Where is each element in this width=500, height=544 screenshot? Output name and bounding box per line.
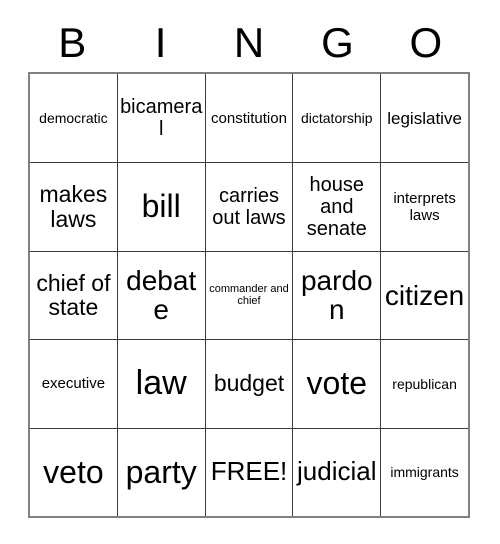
bingo-cell-label: FREE! — [210, 456, 288, 487]
bingo-cell-label: constitution — [211, 109, 287, 127]
bingo-cell-label: budget — [213, 370, 285, 397]
bingo-cell-label: commander and chief — [209, 282, 289, 308]
bingo-cell[interactable]: judicial — [292, 427, 381, 516]
bingo-cell-label: republican — [392, 375, 457, 392]
header-letter-g: G — [321, 19, 354, 66]
bingo-row: chief of state debate commander and chie… — [30, 250, 468, 340]
bingo-cell[interactable]: legislative — [380, 74, 468, 163]
bingo-cell[interactable]: pardon — [292, 250, 381, 340]
bingo-cell-free-space[interactable]: FREE! — [204, 427, 293, 516]
bingo-cell[interactable]: house and senate — [292, 162, 381, 251]
bingo-cell[interactable]: chief of state — [30, 250, 117, 340]
bingo-cell-label: legislative — [387, 108, 462, 128]
bingo-cell[interactable]: veto — [30, 427, 117, 516]
bingo-cell[interactable]: carries out laws — [204, 162, 293, 251]
bingo-cell-label: debate — [126, 265, 197, 326]
bingo-cell-label: veto — [43, 453, 104, 490]
bingo-cell[interactable]: dictatorship — [292, 74, 381, 163]
bingo-cell-label: house and senate — [306, 174, 367, 241]
bingo-cell-label: party — [125, 453, 197, 490]
bingo-cell-label: vote — [306, 365, 368, 402]
bingo-cell-label: bill — [141, 188, 181, 225]
bingo-row: veto party FREE! judicial immigrants — [30, 427, 468, 516]
header-letter-b: B — [58, 19, 87, 66]
bingo-cell[interactable]: vote — [292, 339, 381, 428]
bingo-cell-label: interprets laws — [393, 189, 456, 225]
bingo-cell[interactable]: makes laws — [30, 162, 117, 251]
bingo-cell-label: citizen — [384, 279, 465, 311]
bingo-cell[interactable]: constitution — [204, 74, 293, 163]
bingo-cell-label: carries out laws — [212, 185, 286, 230]
header-letter-o: O — [409, 19, 443, 66]
bingo-cell[interactable]: citizen — [380, 250, 468, 340]
bingo-cell-label: law — [135, 364, 187, 403]
bingo-cell[interactable]: immigrants — [380, 427, 468, 516]
bingo-cell[interactable]: party — [116, 427, 205, 516]
bingo-cell[interactable]: democratic — [30, 74, 117, 163]
bingo-cell-label: bicameral — [120, 96, 203, 141]
bingo-cell-label: makes laws — [39, 181, 108, 233]
bingo-cell[interactable]: law — [116, 339, 205, 428]
bingo-header: B I N G O — [28, 14, 470, 72]
bingo-cell[interactable]: bicameral — [116, 74, 205, 163]
bingo-cell-label: chief of state — [36, 269, 111, 321]
bingo-cell[interactable]: executive — [30, 339, 117, 428]
bingo-cell[interactable]: budget — [204, 339, 293, 428]
bingo-cell[interactable]: interprets laws — [380, 162, 468, 251]
bingo-cell-label: immigrants — [390, 464, 459, 481]
bingo-cell-label: dictatorship — [300, 110, 373, 127]
bingo-cell-label: pardon — [300, 265, 373, 326]
bingo-card: B I N G O democratic bicameral constitut… — [28, 14, 470, 518]
bingo-cell[interactable]: debate — [116, 250, 205, 340]
bingo-cell[interactable]: bill — [116, 162, 205, 251]
bingo-cell[interactable]: republican — [380, 339, 468, 428]
bingo-cell-label: executive — [41, 375, 106, 393]
bingo-cell-label: judicial — [297, 456, 377, 487]
bingo-cell-label: democratic — [39, 110, 108, 127]
bingo-cell[interactable]: commander and chief — [204, 250, 293, 340]
bingo-row: executive law budget vote republican — [30, 339, 468, 428]
bingo-row: makes laws bill carries out laws house a… — [30, 162, 468, 251]
bingo-row: democratic bicameral constitution dictat… — [30, 74, 468, 163]
header-letter-i: I — [154, 19, 167, 66]
bingo-grid: democratic bicameral constitution dictat… — [28, 72, 470, 518]
header-letter-n: N — [233, 19, 265, 66]
